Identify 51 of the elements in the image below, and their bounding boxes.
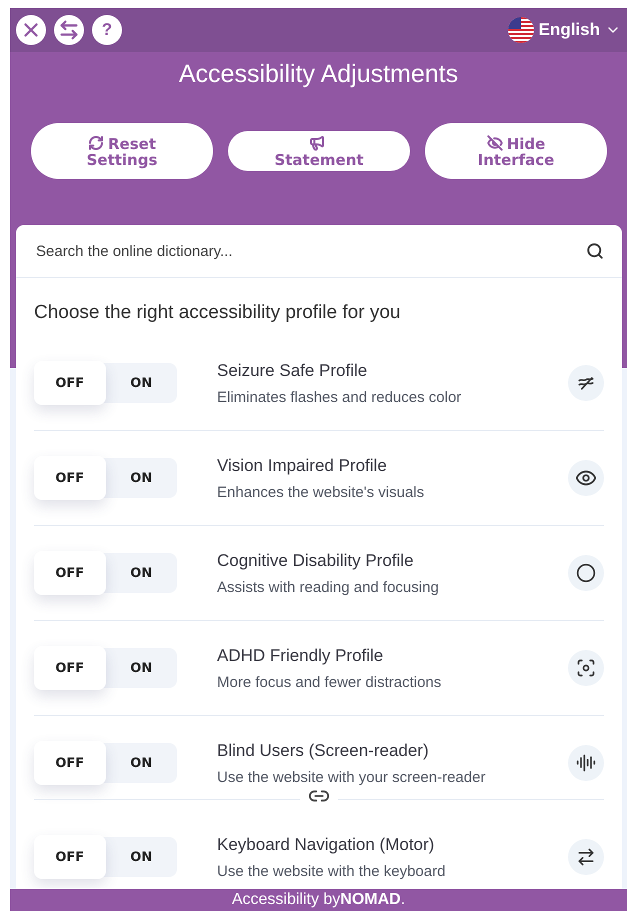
statement-button[interactable]: Statement xyxy=(228,131,410,171)
profile-description: Use the website with the keyboard xyxy=(217,862,446,880)
help-button[interactable]: ? xyxy=(92,15,122,45)
panel-title: Accessibility Adjustments xyxy=(178,60,460,89)
double-arrow-icon xyxy=(58,19,80,41)
profile-description: Assists with reading and focusing xyxy=(217,578,440,596)
profile-description: Use the website with your screen-reader xyxy=(217,768,486,786)
megaphone-icon xyxy=(309,134,325,150)
profile-name: Keyboard Navigation (Motor) xyxy=(217,834,436,854)
profile-description: Eliminates flashes and reduces color xyxy=(217,388,462,406)
profile-toggle[interactable]: OFF ON xyxy=(34,837,177,877)
profiles-heading: Choose the right accessibility profile for you xyxy=(33,301,402,325)
profile-name: Blind Users (Screen-reader) xyxy=(217,740,430,760)
profile-toggle[interactable]: OFF ON xyxy=(34,363,177,403)
on-option[interactable]: ON xyxy=(106,837,177,877)
off-option[interactable]: OFF xyxy=(34,361,106,405)
off-option[interactable]: OFF xyxy=(34,741,106,785)
focus-icon xyxy=(576,658,596,678)
on-option[interactable]: ON xyxy=(106,553,177,593)
profile-name: Vision Impaired Profile xyxy=(217,456,388,476)
profile-toggle[interactable]: OFF ON xyxy=(34,648,177,688)
language-selector[interactable]: English xyxy=(508,17,621,43)
close-button[interactable] xyxy=(16,15,46,45)
sound-wave-icon xyxy=(576,753,596,773)
profile-description: More focus and fewer distractions xyxy=(217,674,442,690)
off-option[interactable]: OFF xyxy=(34,456,106,500)
on-option[interactable]: ON xyxy=(106,458,177,498)
profile-toggle[interactable]: OFF ON xyxy=(34,458,177,498)
profile-description: Enhances the website's visuals xyxy=(217,484,426,500)
on-option[interactable]: ON xyxy=(106,648,177,688)
off-option[interactable]: OFF xyxy=(34,646,106,690)
off-option[interactable]: OFF xyxy=(34,835,106,879)
circle-icon xyxy=(576,563,596,583)
refresh-icon xyxy=(88,134,104,150)
eye-slash-icon xyxy=(486,134,503,150)
flag-icon xyxy=(508,17,534,43)
arrows-icon xyxy=(576,847,596,867)
question-mark-icon: ? xyxy=(102,20,112,40)
profile-toggle[interactable]: OFF ON xyxy=(34,553,177,593)
profile-name: ADHD Friendly Profile xyxy=(217,646,384,666)
on-option[interactable]: ON xyxy=(106,363,177,403)
hide-interface-button[interactable]: Hide Interface xyxy=(425,123,607,179)
on-option[interactable]: ON xyxy=(106,743,177,783)
search-icon xyxy=(586,242,604,260)
profile-name: Cognitive Disability Profile xyxy=(217,550,415,570)
profile-name: Seizure Safe Profile xyxy=(217,360,368,380)
profile-toggle[interactable]: OFF ON xyxy=(34,743,177,783)
move-button[interactable] xyxy=(54,15,84,45)
off-option[interactable]: OFF xyxy=(34,551,106,595)
footer-credit: Accessibility byNOMAD. xyxy=(10,889,627,911)
reset-settings-button[interactable]: Reset Settings xyxy=(31,123,213,179)
